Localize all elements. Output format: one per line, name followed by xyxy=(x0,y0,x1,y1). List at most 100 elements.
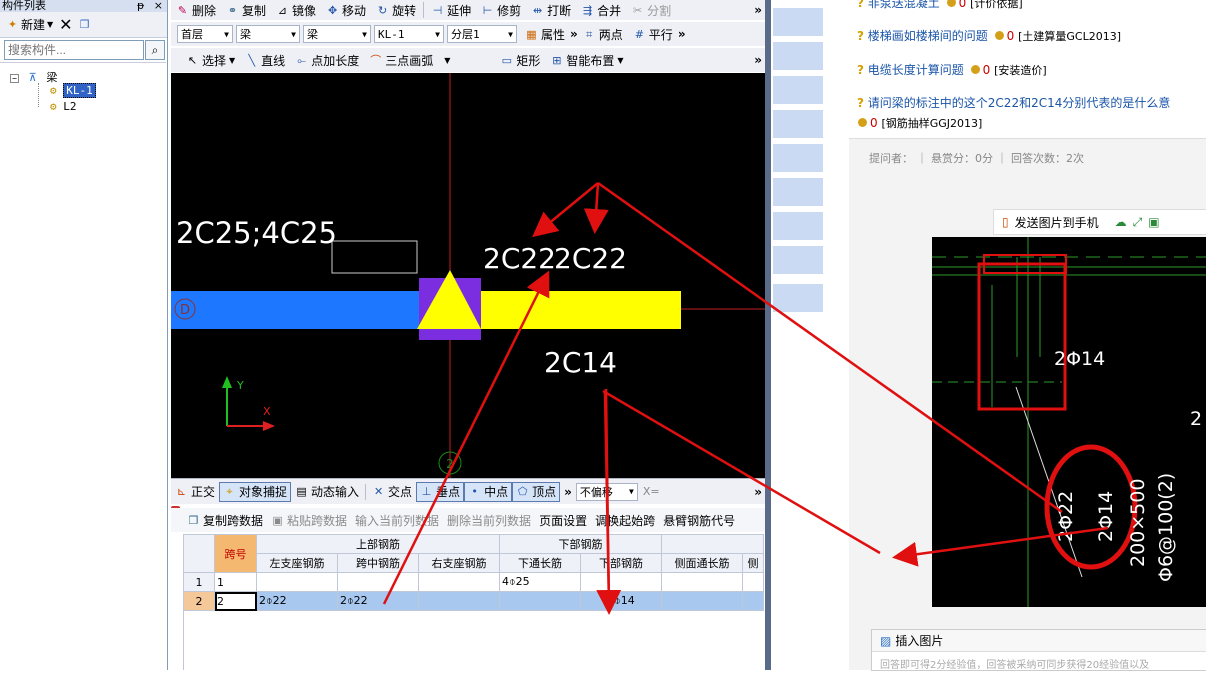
midpoint-button[interactable]: • 中点 xyxy=(464,481,513,502)
two-point-button[interactable]: ⌗ 两点 xyxy=(578,24,628,44)
sidebar-tab[interactable] xyxy=(773,284,823,312)
question-item[interactable]: ? 楼梯画如楼梯间的问题 0 [土建算量GCL2013] xyxy=(857,27,1121,44)
dynamic-input-button[interactable]: ▤ 动态输入 xyxy=(291,483,363,500)
grid-cell[interactable] xyxy=(661,572,743,592)
floor-select[interactable]: 首层 ▼ xyxy=(177,25,233,43)
overflow-icon[interactable]: » xyxy=(754,53,765,67)
intersection-button[interactable]: ✕ 交点 xyxy=(368,483,416,500)
paste-span-button[interactable]: ▣ 粘贴跨数据 xyxy=(271,512,347,529)
overflow-icon[interactable]: » xyxy=(678,27,686,41)
select-button[interactable]: ↖ 选择 ▼ xyxy=(181,50,240,70)
grid-cell[interactable] xyxy=(742,591,764,611)
overflow-icon[interactable]: » xyxy=(754,485,765,499)
type-select[interactable]: 梁 ▼ xyxy=(236,25,300,43)
sidebar-tab[interactable] xyxy=(773,42,823,70)
tree-node-l2[interactable]: ⚙ L2 xyxy=(50,100,77,113)
table-row[interactable]: 1 1 4⌽25 xyxy=(183,572,764,592)
question-item[interactable]: ? 非泵送混凝土 0 [计价依据] xyxy=(857,0,1023,11)
rectangle-button[interactable]: ▭ 矩形 xyxy=(495,50,545,70)
grid-cell[interactable] xyxy=(661,591,743,611)
sidebar-tab[interactable] xyxy=(773,178,823,206)
grid-cell[interactable] xyxy=(337,572,419,592)
smart-layout-button[interactable]: ⊞ 智能布置 ▼ xyxy=(545,50,628,70)
delete-icon[interactable]: ✕ xyxy=(59,17,72,33)
overflow-icon[interactable]: » xyxy=(560,485,576,499)
tree-node-kl1[interactable]: ⚙ KL-1 xyxy=(50,83,96,98)
close-icon[interactable]: × xyxy=(154,0,163,12)
search-input[interactable] xyxy=(4,40,144,60)
drawing-canvas[interactable]: D 2 Y X 2C25;4C25 2C22 2C22 2C14 xyxy=(171,73,765,478)
sidebar-tab[interactable] xyxy=(773,8,823,36)
merge-button[interactable]: ⇶ 合并 xyxy=(576,0,626,20)
grid-cell[interactable] xyxy=(580,572,662,592)
sidebar-tab[interactable] xyxy=(773,212,823,240)
save-icon[interactable]: ▣ xyxy=(1148,215,1159,229)
break-button[interactable]: ⇹ 打断 xyxy=(526,0,576,20)
split-button[interactable]: ✂ 分割 xyxy=(626,0,676,20)
line-button[interactable]: ╲ 直线 xyxy=(240,50,290,70)
grid-cell[interactable] xyxy=(256,572,338,592)
tree-node-beam[interactable]: − ⊼ 梁 xyxy=(10,69,57,85)
collapse-icon[interactable]: − xyxy=(10,74,19,83)
cloud-icon[interactable]: ☁ xyxy=(1115,215,1127,229)
grid-cell[interactable]: 4⌽25 xyxy=(499,572,581,592)
question-link[interactable]: 电缆长度计算问题 xyxy=(868,63,964,77)
page-setup-button[interactable]: 页面设置 xyxy=(539,512,587,529)
send-to-phone-button[interactable]: 发送图片到手机 xyxy=(1015,214,1099,231)
answer-box[interactable]: ▨ 插入图片 回答即可得2分经验值，回答被采纳可同步获得20经验值以及 xyxy=(871,629,1206,671)
overflow-icon[interactable]: » xyxy=(570,27,578,41)
grid-cell[interactable] xyxy=(418,572,500,592)
grid-cell[interactable]: 2⌽14 xyxy=(580,591,662,611)
grid-cell[interactable]: 2⌽22 xyxy=(337,591,419,611)
properties-button[interactable]: ▦ 属性 xyxy=(520,24,570,44)
parallel-button[interactable]: # 平行 xyxy=(628,24,678,44)
delete-column-button[interactable]: 删除当前列数据 xyxy=(447,512,531,529)
question-link[interactable]: 非泵送混凝土 xyxy=(868,0,940,10)
sidebar-tab[interactable] xyxy=(773,110,823,138)
question-item[interactable]: ? 请问梁的标注中的这个2C22和2C14分别代表的是什么意 xyxy=(857,94,1206,111)
offset-select[interactable]: 不偏移 ▼ xyxy=(575,482,638,501)
grid-cell[interactable] xyxy=(499,591,581,611)
rotate-button[interactable]: ↻ 旋转 xyxy=(371,0,421,20)
extend-button[interactable]: ⊣ 延伸 xyxy=(426,0,476,20)
pin-icon[interactable]: ᵽ xyxy=(137,0,144,12)
new-button[interactable]: ✦ 新建 ▼ xyxy=(6,16,53,33)
grid-cell[interactable]: 2⌽22 xyxy=(256,591,338,611)
question-link[interactable]: 请问梁的标注中的这个2C22和2C14分别代表的是什么意 xyxy=(868,96,1171,110)
copy-button[interactable]: ⚭ 复制 xyxy=(221,0,271,20)
point-length-button[interactable]: ⟜ 点加长度 xyxy=(290,50,364,70)
sidebar-tab[interactable] xyxy=(773,144,823,172)
grid-cell[interactable] xyxy=(742,572,764,592)
question-image[interactable]: 2Φ14 2 2Φ22 2Φ14 200×500 Φ6@100(2) xyxy=(932,237,1206,607)
object-snap-button[interactable]: ⌖ 对象捕捉 xyxy=(219,481,292,502)
span-cell[interactable]: 1 xyxy=(214,572,257,592)
sidebar-tab[interactable] xyxy=(773,246,823,274)
search-icon[interactable]: ⌕ xyxy=(145,40,165,60)
copy-icon[interactable]: ❐ xyxy=(78,18,91,31)
overflow-icon[interactable]: » xyxy=(754,3,765,17)
component-select[interactable]: KL-1 ▼ xyxy=(374,25,444,43)
delete-button[interactable]: ✎ 删除 xyxy=(171,0,221,20)
question-item[interactable]: ? 电缆长度计算问题 0 [安装造价] xyxy=(857,61,1047,78)
swap-start-span-button[interactable]: 调换起始跨 xyxy=(595,512,655,529)
input-column-button[interactable]: 输入当前列数据 xyxy=(355,512,439,529)
insert-image-button[interactable]: ▨ 插入图片 xyxy=(872,630,1206,652)
insert-image-label: 插入图片 xyxy=(895,634,944,648)
table-row[interactable]: 2 2 2⌽22 2⌽22 2⌽14 xyxy=(183,591,764,611)
cantilever-code-button[interactable]: 悬臂钢筋代号 xyxy=(663,512,735,529)
perpendicular-button[interactable]: ⊥ 垂点 xyxy=(416,481,465,502)
trim-button[interactable]: ⊢ 修剪 xyxy=(476,0,526,20)
grid-cell[interactable] xyxy=(418,591,500,611)
arc-button[interactable]: ⌒ 三点画弧 ▼ xyxy=(364,50,455,70)
ortho-button[interactable]: ⊾ 正交 xyxy=(171,483,219,500)
sublayer-select[interactable]: 分层1 ▼ xyxy=(447,25,517,43)
sidebar-tab[interactable] xyxy=(773,76,823,104)
span-cell[interactable]: 2 xyxy=(214,591,257,611)
subtype-select[interactable]: 梁 ▼ xyxy=(303,25,371,43)
question-link[interactable]: 楼梯画如楼梯间的问题 xyxy=(868,29,988,43)
vertex-button[interactable]: ⬠ 顶点 xyxy=(512,481,561,502)
copy-span-button[interactable]: ❐ 复制跨数据 xyxy=(187,512,263,529)
fullscreen-icon[interactable]: ⤢ xyxy=(1133,215,1143,230)
mirror-button[interactable]: ⊿ 镜像 xyxy=(271,0,321,20)
move-button[interactable]: ✥ 移动 xyxy=(321,0,371,20)
